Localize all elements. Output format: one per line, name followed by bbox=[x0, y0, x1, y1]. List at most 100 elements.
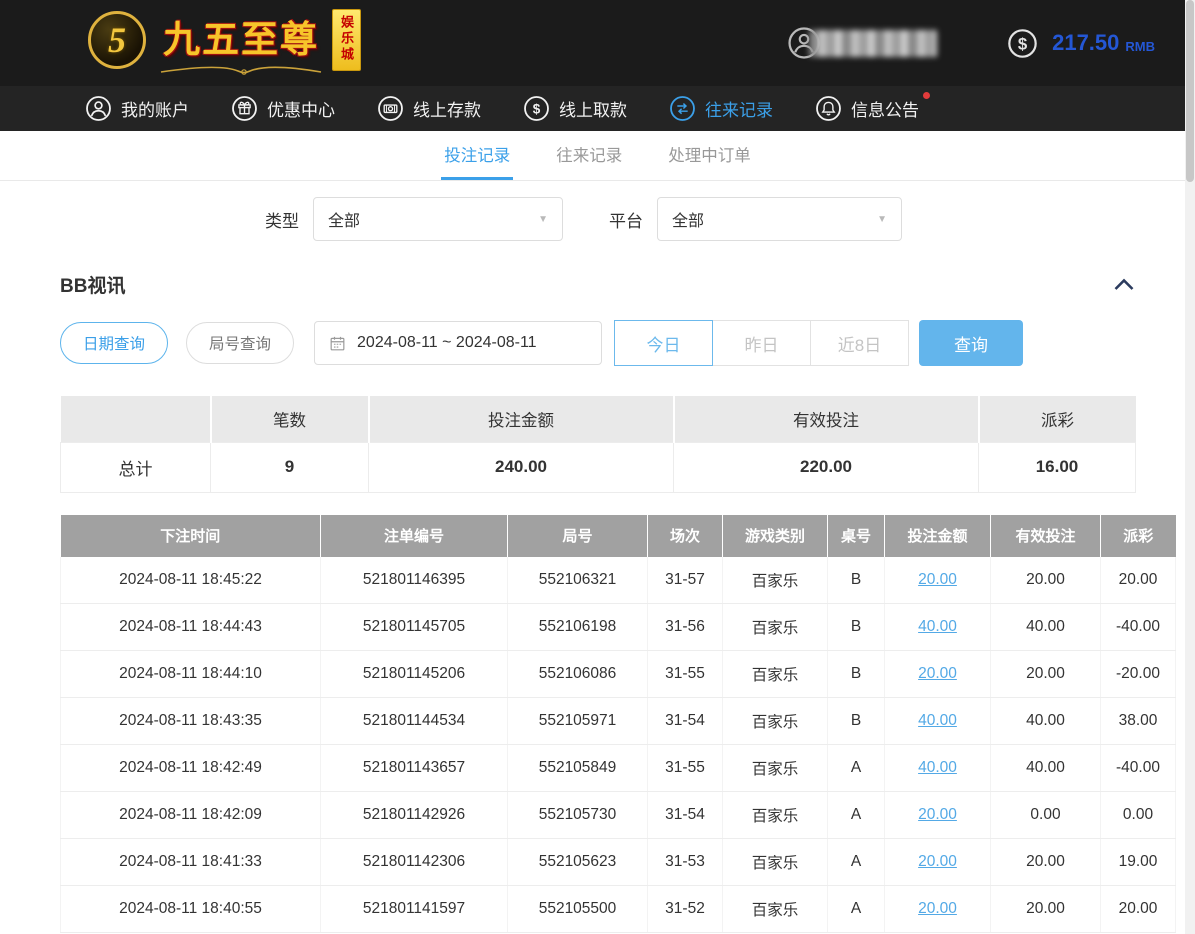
cell-game-type: 百家乐 bbox=[723, 604, 828, 651]
cell-bet-amount: 20.00 bbox=[885, 886, 991, 933]
cell-session: 31-56 bbox=[648, 604, 723, 651]
notification-dot-icon bbox=[923, 92, 930, 99]
cell-table-number: A bbox=[828, 886, 885, 933]
cell-valid-bet: 20.00 bbox=[991, 839, 1101, 886]
cell-table-number: B bbox=[828, 651, 885, 698]
table-row: 2024-08-11 18:40:55 521801141597 5521055… bbox=[61, 886, 1176, 933]
nav-item[interactable]: 信息公告 bbox=[815, 95, 919, 122]
bet-amount-link[interactable]: 20.00 bbox=[918, 665, 957, 682]
nav-item-icon bbox=[231, 95, 258, 122]
query-controls: 日期查询 局号查询 2024-08-11 ~ 2024-08-11 今日 昨日 … bbox=[60, 320, 1135, 366]
cell-bet-id: 521801142926 bbox=[321, 792, 508, 839]
section-header: BB视讯 bbox=[60, 271, 1135, 298]
bet-amount-link[interactable]: 20.00 bbox=[918, 853, 957, 870]
cell-bet-id: 521801145705 bbox=[321, 604, 508, 651]
cell-round-number: 552106198 bbox=[508, 604, 648, 651]
bet-amount-link[interactable]: 20.00 bbox=[918, 900, 957, 917]
collapse-chevron-up-icon[interactable] bbox=[1113, 278, 1135, 291]
last8days-button[interactable]: 近8日 bbox=[810, 320, 909, 366]
balance[interactable]: 217.50 RMB bbox=[1007, 28, 1155, 59]
bet-amount-link[interactable]: 20.00 bbox=[918, 571, 957, 588]
cell-valid-bet: 40.00 bbox=[991, 745, 1101, 792]
user-account[interactable] bbox=[787, 26, 937, 60]
cell-bet-amount: 20.00 bbox=[885, 557, 991, 604]
tab-label: 往来记录 bbox=[556, 142, 622, 166]
cell-game-type: 百家乐 bbox=[723, 745, 828, 792]
table-row: 2024-08-11 18:41:33 521801142306 5521056… bbox=[61, 839, 1176, 886]
bet-amount-link[interactable]: 20.00 bbox=[918, 806, 957, 823]
quick-range-group: 今日 昨日 近8日 bbox=[614, 320, 909, 366]
column-header: 场次 bbox=[648, 515, 723, 557]
table-row: 2024-08-11 18:44:43 521801145705 5521061… bbox=[61, 604, 1176, 651]
cell-payout: -40.00 bbox=[1101, 604, 1176, 651]
filter-row: 类型 全部 ▼ 平台 全部 ▼ bbox=[265, 197, 1195, 241]
nav-item[interactable]: 往来记录 bbox=[669, 95, 773, 122]
column-header: 局号 bbox=[508, 515, 648, 557]
search-button[interactable]: 查询 bbox=[919, 320, 1023, 366]
platform-select[interactable]: 全部 ▼ bbox=[657, 197, 902, 241]
cell-session: 31-54 bbox=[648, 792, 723, 839]
cell-bet-time: 2024-08-11 18:41:33 bbox=[61, 839, 321, 886]
yesterday-button[interactable]: 昨日 bbox=[712, 320, 811, 366]
nav-item-icon bbox=[669, 95, 696, 122]
cell-game-type: 百家乐 bbox=[723, 886, 828, 933]
cell-session: 31-54 bbox=[648, 698, 723, 745]
cell-valid-bet: 0.00 bbox=[991, 792, 1101, 839]
cell-session: 31-57 bbox=[648, 557, 723, 604]
nav-item-icon bbox=[815, 95, 842, 122]
column-header: 桌号 bbox=[828, 515, 885, 557]
records-tbody: 2024-08-11 18:45:22 521801146395 5521063… bbox=[61, 557, 1176, 933]
summary-row-label: 总计 bbox=[61, 442, 211, 492]
nav-item[interactable]: 线上存款 bbox=[377, 95, 481, 122]
page: 5 九五至尊 娱乐城 217.50 RMB bbox=[0, 0, 1195, 934]
column-header: 游戏类别 bbox=[723, 515, 828, 557]
cell-bet-time: 2024-08-11 18:42:49 bbox=[61, 745, 321, 792]
nav-item-label: 往来记录 bbox=[705, 96, 773, 121]
nav-item[interactable]: 优惠中心 bbox=[231, 95, 335, 122]
tab-bar: 投注记录 往来记录 处理中订单 bbox=[0, 131, 1195, 181]
date-range-picker[interactable]: 2024-08-11 ~ 2024-08-11 bbox=[314, 321, 602, 365]
cell-bet-amount: 40.00 bbox=[885, 745, 991, 792]
type-select[interactable]: 全部 ▼ bbox=[313, 197, 563, 241]
summary-header: 笔数 bbox=[211, 396, 369, 442]
cell-valid-bet: 40.00 bbox=[991, 698, 1101, 745]
scrollbar-track[interactable] bbox=[1185, 0, 1195, 934]
cell-bet-time: 2024-08-11 18:43:35 bbox=[61, 698, 321, 745]
round-query-button[interactable]: 局号查询 bbox=[186, 322, 294, 364]
date-query-button[interactable]: 日期查询 bbox=[60, 322, 168, 364]
cell-bet-id: 521801143657 bbox=[321, 745, 508, 792]
table-row: 2024-08-11 18:44:10 521801145206 5521060… bbox=[61, 651, 1176, 698]
summary-payout: 16.00 bbox=[979, 442, 1136, 492]
cell-bet-amount: 40.00 bbox=[885, 698, 991, 745]
cell-game-type: 百家乐 bbox=[723, 792, 828, 839]
cell-valid-bet: 20.00 bbox=[991, 651, 1101, 698]
nav-item-icon bbox=[85, 95, 112, 122]
site-logo[interactable]: 5 九五至尊 娱乐城 bbox=[88, 9, 361, 77]
nav-item[interactable]: 我的账户 bbox=[85, 95, 189, 122]
scrollbar-thumb[interactable] bbox=[1186, 0, 1194, 182]
tab[interactable]: 处理中订单 bbox=[665, 131, 754, 180]
cell-bet-time: 2024-08-11 18:45:22 bbox=[61, 557, 321, 604]
cell-round-number: 552105500 bbox=[508, 886, 648, 933]
cell-session: 31-52 bbox=[648, 886, 723, 933]
platform-select-value: 全部 bbox=[672, 207, 704, 231]
bet-amount-link[interactable]: 40.00 bbox=[918, 759, 957, 776]
today-button[interactable]: 今日 bbox=[614, 320, 713, 366]
cell-session: 31-53 bbox=[648, 839, 723, 886]
column-header: 投注金额 bbox=[885, 515, 991, 557]
tab[interactable]: 往来记录 bbox=[553, 131, 625, 180]
nav-item-icon bbox=[377, 95, 404, 122]
tab[interactable]: 投注记录 bbox=[441, 131, 513, 180]
cell-game-type: 百家乐 bbox=[723, 651, 828, 698]
bet-amount-link[interactable]: 40.00 bbox=[918, 618, 957, 635]
bet-amount-link[interactable]: 40.00 bbox=[918, 712, 957, 729]
summary-header-row: 笔数 投注金额 有效投注 派彩 bbox=[61, 396, 1136, 442]
summary-valid-bet: 220.00 bbox=[674, 442, 979, 492]
logo-badge: 娱乐城 bbox=[332, 9, 361, 71]
cell-bet-id: 521801144534 bbox=[321, 698, 508, 745]
balance-currency: RMB bbox=[1125, 39, 1155, 54]
tab-label: 处理中订单 bbox=[668, 142, 751, 166]
platform-filter-label: 平台 bbox=[609, 207, 643, 232]
logo-text: 九五至尊 bbox=[163, 9, 319, 63]
nav-item[interactable]: 线上取款 bbox=[523, 95, 627, 122]
